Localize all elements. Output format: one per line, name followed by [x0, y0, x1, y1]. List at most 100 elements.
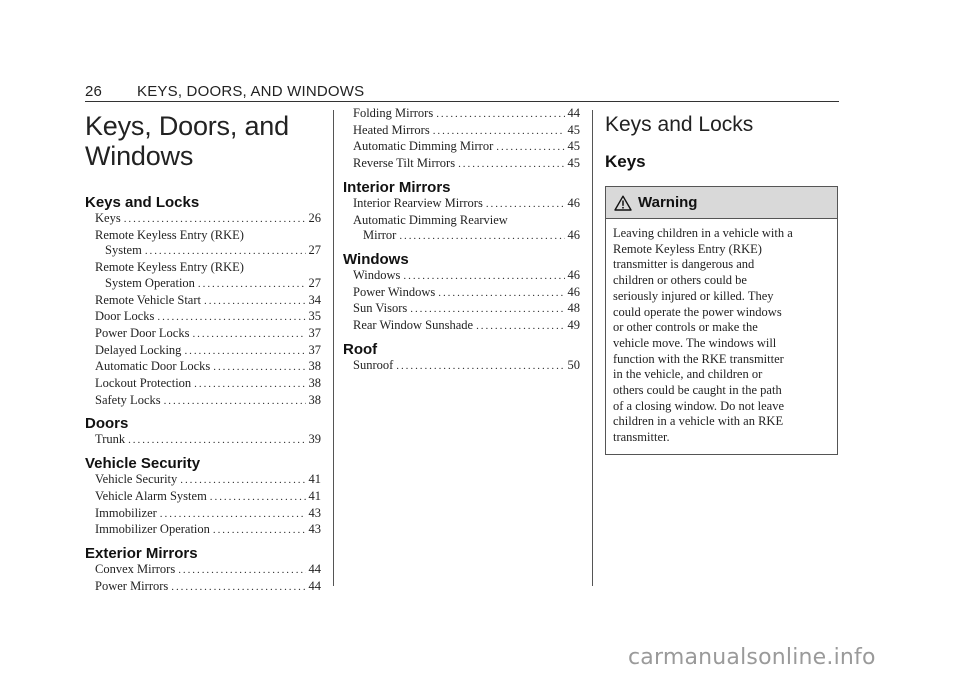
toc-entry[interactable]: Trunk 39	[85, 432, 321, 449]
toc-entry[interactable]: Automatic Dimming Rearview	[343, 213, 580, 229]
toc-entry[interactable]: Sun Visors 48	[343, 301, 580, 318]
toc-entry[interactable]: Sunroof 50	[343, 358, 580, 375]
toc-entry-label: Vehicle Alarm System	[95, 488, 207, 503]
warning-triangle-icon	[614, 195, 632, 211]
dot-leader	[194, 377, 305, 393]
warning-text-line: of a closing window. Do not leave	[613, 398, 785, 413]
dot-leader	[192, 327, 305, 343]
toc-entry[interactable]: Automatic Door Locks 38	[85, 359, 321, 376]
toc-section-heading: Roof	[343, 340, 378, 358]
toc-entry[interactable]: Folding Mirrors 44	[343, 106, 580, 123]
dot-leader	[496, 140, 564, 156]
toc-entry-label: Delayed Locking	[95, 342, 182, 357]
toc-entry-page: 41	[308, 488, 322, 503]
toc-entry[interactable]: Remote Keyless Entry (RKE)	[85, 260, 321, 276]
toc-entry[interactable]: Windows 46	[343, 268, 580, 285]
toc-entry[interactable]: Power Windows 46	[343, 285, 580, 302]
warning-box: Warning Leaving children in a vehicle wi…	[605, 186, 838, 455]
toc-entry-continuation[interactable]: Mirror 46	[343, 228, 580, 245]
dot-leader	[436, 107, 564, 123]
warning-text-line: in the vehicle, and children or	[613, 367, 763, 382]
page-number: 26	[85, 83, 103, 100]
dot-leader	[213, 523, 306, 539]
dot-leader	[171, 580, 305, 596]
toc-entry[interactable]: Rear Window Sunshade 49	[343, 318, 580, 335]
warning-text-line: others could be caught in the path	[613, 383, 782, 398]
toc-entry-label: Rear Window Sunshade	[353, 318, 474, 333]
toc-entry[interactable]: Safety Locks 38	[85, 393, 321, 410]
dot-leader	[213, 360, 305, 376]
warning-text-line: transmitter.	[613, 430, 670, 445]
toc-entry[interactable]: Remote Keyless Entry (RKE)	[85, 228, 321, 244]
toc-entry-page: 44	[567, 106, 581, 120]
toc-entry[interactable]: Convex Mirrors 44	[85, 562, 321, 579]
toc-column-1: Keys, Doors, and Windows Keys and Locks K…	[85, 108, 321, 595]
toc-entry-label-cont: System	[105, 243, 142, 258]
toc-entry-page: 35	[308, 309, 322, 324]
toc-column-2: Folding Mirrors44Heated Mirrors45Automat…	[343, 106, 580, 374]
warning-text-line: function with the RKE transmitter	[613, 351, 784, 366]
toc-entry[interactable]: Vehicle Security 41	[85, 472, 321, 489]
toc-entry[interactable]: Immobilizer Operation 43	[85, 522, 321, 539]
toc-entry-label: Trunk	[95, 432, 126, 447]
warning-header: Warning	[606, 187, 837, 219]
dot-leader	[178, 563, 305, 579]
toc-section-heading: Keys and Locks	[85, 194, 200, 211]
toc-section: Interior Mirrors Interior Rearview Mirror…	[343, 179, 580, 245]
toc-entry[interactable]: Delayed Locking 37	[85, 343, 321, 360]
toc-section-heading: Windows	[343, 250, 409, 268]
toc-entry-label: Remote Keyless Entry (RKE)	[95, 260, 244, 275]
toc-entry-page: 37	[308, 325, 322, 340]
toc-entry[interactable]: Vehicle Alarm System 41	[85, 489, 321, 506]
warning-text-line: Leaving children in a vehicle with a	[613, 226, 793, 240]
warning-text-line: children or others could be	[613, 273, 747, 288]
toc-entry-page: 49	[567, 318, 581, 333]
dot-leader	[164, 394, 306, 410]
toc-section: WindowsWindows 46 Power Windows 46 Sun Visor…	[343, 250, 580, 335]
toc-section: Folding Mirrors44Heated Mirrors45Automat…	[343, 106, 580, 173]
toc-section-heading: Doors	[85, 415, 129, 433]
toc-entry-label: Remote Keyless Entry (RKE)	[95, 227, 244, 242]
toc-entry-page: 41	[308, 472, 322, 487]
toc-entry-continuation[interactable]: System 27	[85, 243, 321, 260]
toc-entry[interactable]: Lockout Protection 38	[85, 376, 321, 393]
toc-entry-label-cont: System Operation	[105, 275, 195, 290]
toc-entry-continuation[interactable]: System Operation 27	[85, 276, 321, 293]
toc-entry[interactable]: Interior Rearview Mirrors 46	[343, 196, 580, 213]
section-heading: Keys and Locks	[605, 113, 754, 136]
toc-entry-label: Heated Mirrors	[353, 122, 430, 137]
toc-entry-label: Power Mirrors	[95, 578, 169, 593]
dot-leader	[157, 310, 305, 326]
toc-entry[interactable]: Immobilizer 43	[85, 506, 321, 523]
toc-entry[interactable]: Remote Vehicle Start 34	[85, 293, 321, 310]
chapter-title: Keys, Doors, and Windows	[85, 111, 321, 171]
toc-entry-label: Convex Mirrors	[95, 561, 176, 576]
dot-leader	[396, 359, 564, 375]
toc-section-heading: Vehicle Security	[85, 455, 201, 473]
warning-text-line: could operate the power windows	[613, 304, 782, 319]
dot-leader	[399, 229, 564, 245]
chapter-title-line-1: Keys, Doors, and	[85, 111, 289, 141]
dot-leader	[410, 302, 564, 318]
toc-entry-page: 37	[308, 342, 322, 357]
toc-entry[interactable]: Automatic Dimming Mirror 45	[343, 139, 580, 156]
column-divider-1	[333, 110, 334, 586]
toc-entry[interactable]: Heated Mirrors 45	[343, 123, 580, 140]
toc-entry-page: 44	[308, 561, 322, 576]
toc-entry-page: 27	[308, 275, 322, 290]
dot-leader	[198, 277, 306, 293]
toc-entry-page: 43	[308, 522, 322, 537]
toc-entry[interactable]: Power Door Locks 37	[85, 326, 321, 343]
column-divider-2	[592, 110, 593, 586]
toc-entry[interactable]: Power Mirrors 44	[85, 579, 321, 596]
toc-entry-page: 45	[567, 139, 581, 154]
toc-entry-page: 43	[308, 505, 322, 520]
toc-entry-page: 26	[308, 211, 322, 225]
toc-entry[interactable]: Reverse Tilt Mirrors 45	[343, 156, 580, 173]
toc-entry[interactable]: Keys 26	[85, 211, 321, 228]
watermark: carmanualsonline.info	[628, 645, 876, 670]
toc-entry-label: Sunroof	[353, 357, 394, 372]
toc-entry[interactable]: Door Locks 35	[85, 309, 321, 326]
dot-leader	[458, 157, 564, 173]
toc-entry-page: 38	[308, 392, 322, 407]
